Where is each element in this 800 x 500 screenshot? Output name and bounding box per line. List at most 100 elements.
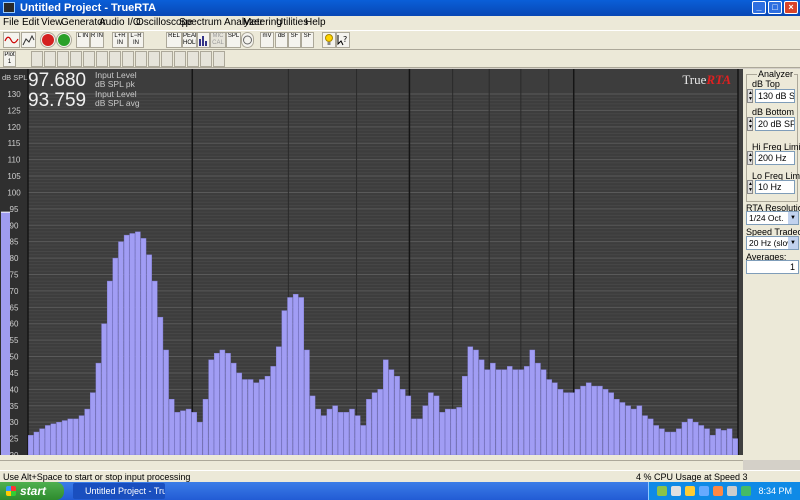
spectrum-bar bbox=[157, 316, 164, 456]
spectrum-bar bbox=[614, 399, 620, 456]
spectrum-bar bbox=[445, 408, 451, 456]
bars-icon[interactable] bbox=[197, 32, 210, 48]
spectrum-bar bbox=[704, 428, 710, 456]
db-top-spinner[interactable]: ▲ ▼ bbox=[747, 89, 753, 103]
stop-icon[interactable] bbox=[40, 32, 56, 48]
spectrum-bar bbox=[681, 421, 688, 456]
plot-button-13[interactable] bbox=[174, 51, 186, 67]
tray-update-icon[interactable] bbox=[741, 486, 751, 496]
spectrum-bar bbox=[456, 407, 462, 456]
tray-speaker-icon[interactable] bbox=[713, 486, 723, 496]
tray-drive-icon[interactable] bbox=[671, 486, 681, 496]
millivolt-button[interactable]: mV bbox=[260, 32, 274, 48]
y-tick-label: 85 bbox=[10, 238, 19, 247]
menu-view[interactable]: View bbox=[41, 16, 63, 30]
plot-button-6[interactable] bbox=[83, 51, 95, 67]
spectrum-bar bbox=[484, 369, 490, 456]
y-tick-label: 125 bbox=[7, 106, 21, 115]
spectrum-bar bbox=[540, 369, 547, 456]
peak-hold-button[interactable]: PEAK HOLD bbox=[182, 32, 197, 48]
db-bottom-spinner[interactable]: ▲ ▼ bbox=[747, 117, 753, 131]
sine-wave-icon[interactable] bbox=[3, 32, 20, 48]
menu-audio-io[interactable]: Audio I/O bbox=[99, 16, 141, 30]
spectrum-bar bbox=[354, 415, 361, 456]
lightbulb-icon[interactable] bbox=[322, 32, 336, 48]
spectrum-bar bbox=[219, 349, 226, 456]
menu-edit[interactable]: Edit bbox=[22, 16, 39, 30]
chevron-down-icon: ▼ bbox=[788, 237, 798, 249]
spectrum-icon[interactable] bbox=[21, 32, 36, 48]
spectrum-bar bbox=[642, 415, 648, 456]
rta-resolution-select[interactable]: 1/24 Oct. ▼ bbox=[746, 211, 799, 225]
tray-shield-icon[interactable] bbox=[685, 486, 695, 496]
run-icon[interactable] bbox=[56, 32, 72, 48]
spectrum-graph[interactable]: 130 125 120 115 110 105 100 95 90 85 80 75 70 65 60 55 5… bbox=[0, 69, 743, 460]
spectrum-bar bbox=[377, 389, 383, 456]
spectrum-bar bbox=[247, 379, 254, 456]
hi-freq-field[interactable]: 200 Hz bbox=[755, 151, 795, 165]
y-tick-label: 55 bbox=[10, 336, 19, 345]
menu-file[interactable]: File bbox=[3, 16, 19, 30]
y-tick-label: 35 bbox=[10, 402, 19, 411]
plot-button-1[interactable]: Plot 1 bbox=[3, 51, 16, 67]
y-tick-label: 115 bbox=[8, 139, 21, 148]
db-button[interactable]: dB bbox=[275, 32, 288, 48]
plot-button-3[interactable] bbox=[44, 51, 56, 67]
spl-button[interactable]: SPL bbox=[226, 32, 241, 48]
minimize-button[interactable]: _ bbox=[752, 1, 766, 14]
y-tick-label: 50 bbox=[10, 353, 19, 362]
hi-freq-spinner[interactable]: ▲ ▼ bbox=[747, 151, 753, 165]
sf-button-1[interactable]: SF bbox=[288, 32, 301, 48]
spectrum-bar bbox=[552, 382, 558, 456]
relative-button[interactable]: REL bbox=[166, 32, 182, 48]
plot-button-7[interactable] bbox=[96, 51, 108, 67]
help-pointer-icon[interactable]: ? bbox=[336, 32, 350, 48]
maximize-button[interactable]: □ bbox=[768, 1, 782, 14]
diff-input-button[interactable]: L−R IN bbox=[128, 32, 144, 48]
plot-button-8[interactable] bbox=[109, 51, 121, 67]
spectrum-bar bbox=[574, 389, 581, 456]
sum-input-button[interactable]: L+R IN bbox=[112, 32, 128, 48]
app-window: Untitled Project - TrueRTA _ □ × File Ed… bbox=[0, 0, 800, 500]
spectrum-bar bbox=[619, 402, 626, 456]
plot-button-10[interactable] bbox=[135, 51, 147, 67]
spectrum-bar bbox=[698, 425, 705, 456]
title-bar[interactable]: Untitled Project - TrueRTA _ □ × bbox=[0, 0, 800, 16]
y-tick-label: 105 bbox=[7, 172, 21, 181]
tray-app-icon[interactable] bbox=[727, 486, 737, 496]
plot-button-2[interactable] bbox=[31, 51, 43, 67]
taskbar-item-truerta[interactable]: Untitled Project - Tru... bbox=[73, 483, 165, 499]
start-button[interactable]: start bbox=[0, 482, 64, 500]
plot-button-12[interactable] bbox=[161, 51, 173, 67]
svg-text:?: ? bbox=[343, 35, 347, 44]
lo-freq-field[interactable]: 10 Hz bbox=[755, 180, 795, 194]
plot-button-11[interactable] bbox=[148, 51, 160, 67]
plot-button-5[interactable] bbox=[70, 51, 82, 67]
close-button[interactable]: × bbox=[784, 1, 798, 14]
spectrum-bar bbox=[101, 323, 107, 456]
db-top-field[interactable]: 130 dB SPL bbox=[755, 89, 795, 103]
speed-tradeoff-select[interactable]: 20 Hz (slow) ▼ bbox=[746, 236, 799, 250]
dial-icon[interactable] bbox=[241, 32, 254, 48]
plot-button-4[interactable] bbox=[57, 51, 69, 67]
right-input-button[interactable]: R IN bbox=[90, 32, 104, 48]
plot-button-14[interactable] bbox=[187, 51, 199, 67]
tray-network-icon[interactable] bbox=[657, 486, 667, 496]
tray-monitor-icon[interactable] bbox=[699, 486, 709, 496]
menu-help[interactable]: Help bbox=[305, 16, 326, 30]
mic-cal-button[interactable]: MIC CAL bbox=[210, 32, 226, 48]
plot-button-16[interactable] bbox=[213, 51, 225, 67]
frequency-scroll-strip[interactable] bbox=[0, 460, 743, 470]
spectrum-bar bbox=[371, 392, 378, 456]
spectrum-bar bbox=[687, 418, 693, 456]
lo-freq-spinner[interactable]: ▲ ▼ bbox=[747, 180, 753, 194]
spectrum-bar bbox=[197, 421, 203, 456]
averages-field[interactable]: 1 bbox=[746, 260, 799, 274]
plot-button-15[interactable] bbox=[200, 51, 212, 67]
left-input-button[interactable]: L IN bbox=[76, 32, 90, 48]
plot-button-9[interactable] bbox=[122, 51, 134, 67]
db-bottom-field[interactable]: 20 dB SPL bbox=[755, 117, 795, 131]
peak-level-value: 97.680 bbox=[28, 70, 87, 91]
sf-button-2[interactable]: SF bbox=[301, 32, 314, 48]
menu-utilities[interactable]: Utilities bbox=[276, 16, 308, 30]
